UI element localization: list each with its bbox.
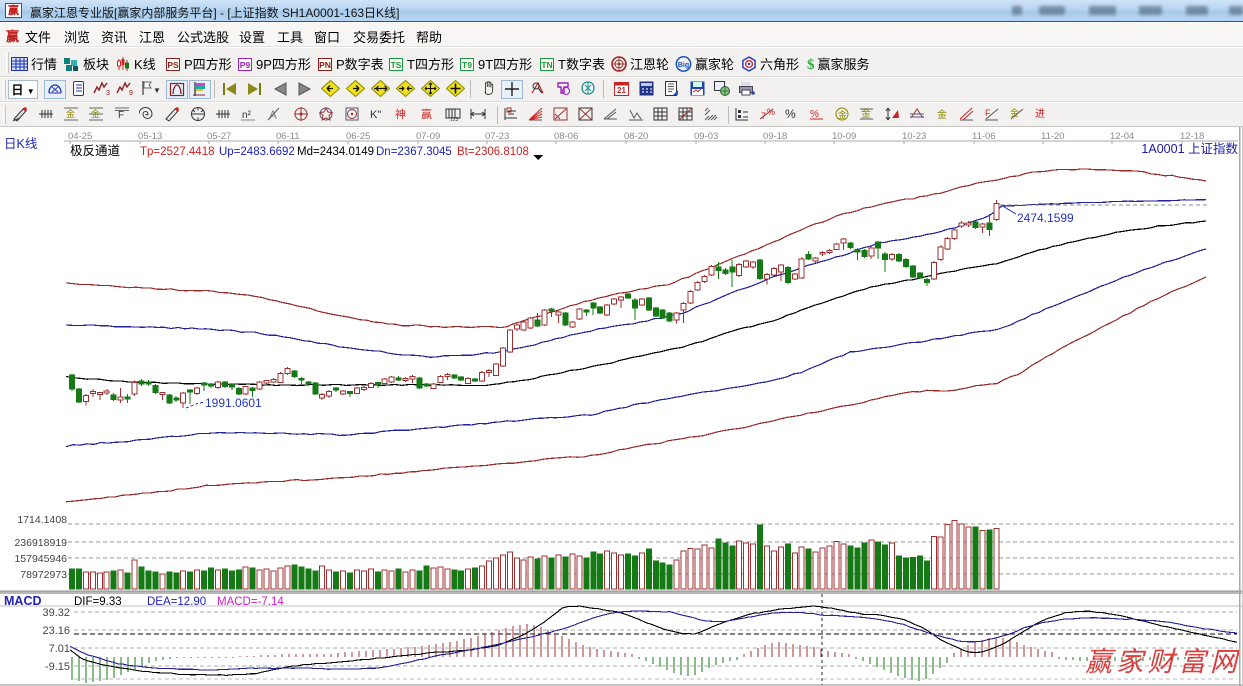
svg-text:09-03: 09-03 <box>694 131 718 142</box>
svg-text:09-18: 09-18 <box>763 131 787 142</box>
svg-text:日K线: 日K线 <box>4 137 38 151</box>
svg-text:F: F <box>985 108 991 118</box>
svg-text:K": K" <box>370 109 381 121</box>
svg-text:Bt=2306.8108: Bt=2306.8108 <box>457 146 529 158</box>
svg-text:P9: P9 <box>240 60 251 70</box>
svg-text:05-27: 05-27 <box>207 131 231 142</box>
svg-text:PN: PN <box>319 60 331 70</box>
svg-text:Tp=2527.4418: Tp=2527.4418 <box>140 146 215 158</box>
svg-text:F: F <box>118 110 124 121</box>
svg-text:23.16: 23.16 <box>42 625 70 637</box>
svg-text:金: 金 <box>66 108 75 119</box>
svg-text:7.01: 7.01 <box>49 643 70 655</box>
svg-text:04-25: 04-25 <box>68 131 92 142</box>
svg-text:金: 金 <box>937 108 947 121</box>
svg-text:%: % <box>810 109 819 120</box>
svg-text:Up=2483.6692: Up=2483.6692 <box>219 146 295 158</box>
svg-text:极反通道: 极反通道 <box>70 144 121 158</box>
svg-text:08-20: 08-20 <box>624 131 648 142</box>
svg-text:12-04: 12-04 <box>1110 131 1134 142</box>
svg-text:07-09: 07-09 <box>416 131 440 142</box>
svg-text:神: 神 <box>395 107 406 121</box>
svg-text:10-23: 10-23 <box>902 131 926 142</box>
svg-text:39.32: 39.32 <box>42 607 70 619</box>
svg-text:%: % <box>767 107 775 117</box>
svg-text:123: 123 <box>450 117 459 122</box>
svg-text:PS: PS <box>167 60 179 70</box>
svg-text:TN: TN <box>541 60 552 70</box>
svg-text:11-20: 11-20 <box>1041 131 1065 142</box>
svg-text:Dn=2367.3045: Dn=2367.3045 <box>376 146 452 158</box>
svg-text:11-06: 11-06 <box>972 131 996 142</box>
svg-text:1991.0601: 1991.0601 <box>205 396 262 410</box>
svg-text:金: 金 <box>838 109 847 120</box>
svg-text:21: 21 <box>617 86 626 95</box>
svg-text:赢: 赢 <box>421 107 432 121</box>
svg-text:-9.15: -9.15 <box>45 661 70 673</box>
svg-text:07-23: 07-23 <box>485 131 509 142</box>
svg-text:236918919: 236918919 <box>14 537 67 549</box>
svg-text:9: 9 <box>129 90 133 96</box>
svg-text:3: 3 <box>106 90 110 96</box>
svg-text:7: 7 <box>761 111 766 121</box>
svg-text:1714.1408: 1714.1408 <box>17 514 67 526</box>
svg-text:赢家财富网: 赢家财富网 <box>1085 647 1240 677</box>
svg-text:78972973: 78972973 <box>20 569 67 581</box>
svg-text:08-06: 08-06 <box>554 131 578 142</box>
svg-text:Md=2434.0149: Md=2434.0149 <box>297 146 374 158</box>
svg-text:TS: TS <box>391 60 402 70</box>
svg-text:12-18: 12-18 <box>1180 131 1204 142</box>
svg-text:06-25: 06-25 <box>346 131 370 142</box>
svg-text:n²: n² <box>242 110 252 121</box>
svg-text:2474.1599: 2474.1599 <box>1017 211 1074 225</box>
svg-text:05-13: 05-13 <box>138 131 162 142</box>
svg-text:T9: T9 <box>462 60 472 70</box>
svg-text:157945946: 157945946 <box>14 553 67 565</box>
svg-text:%: % <box>785 107 796 121</box>
svg-text:06-11: 06-11 <box>276 131 300 142</box>
svg-text:10-09: 10-09 <box>832 131 856 142</box>
svg-text:1A0001 上证指数: 1A0001 上证指数 <box>1141 141 1238 156</box>
svg-text:进: 进 <box>1035 108 1045 120</box>
svg-text:Big: Big <box>678 62 689 69</box>
